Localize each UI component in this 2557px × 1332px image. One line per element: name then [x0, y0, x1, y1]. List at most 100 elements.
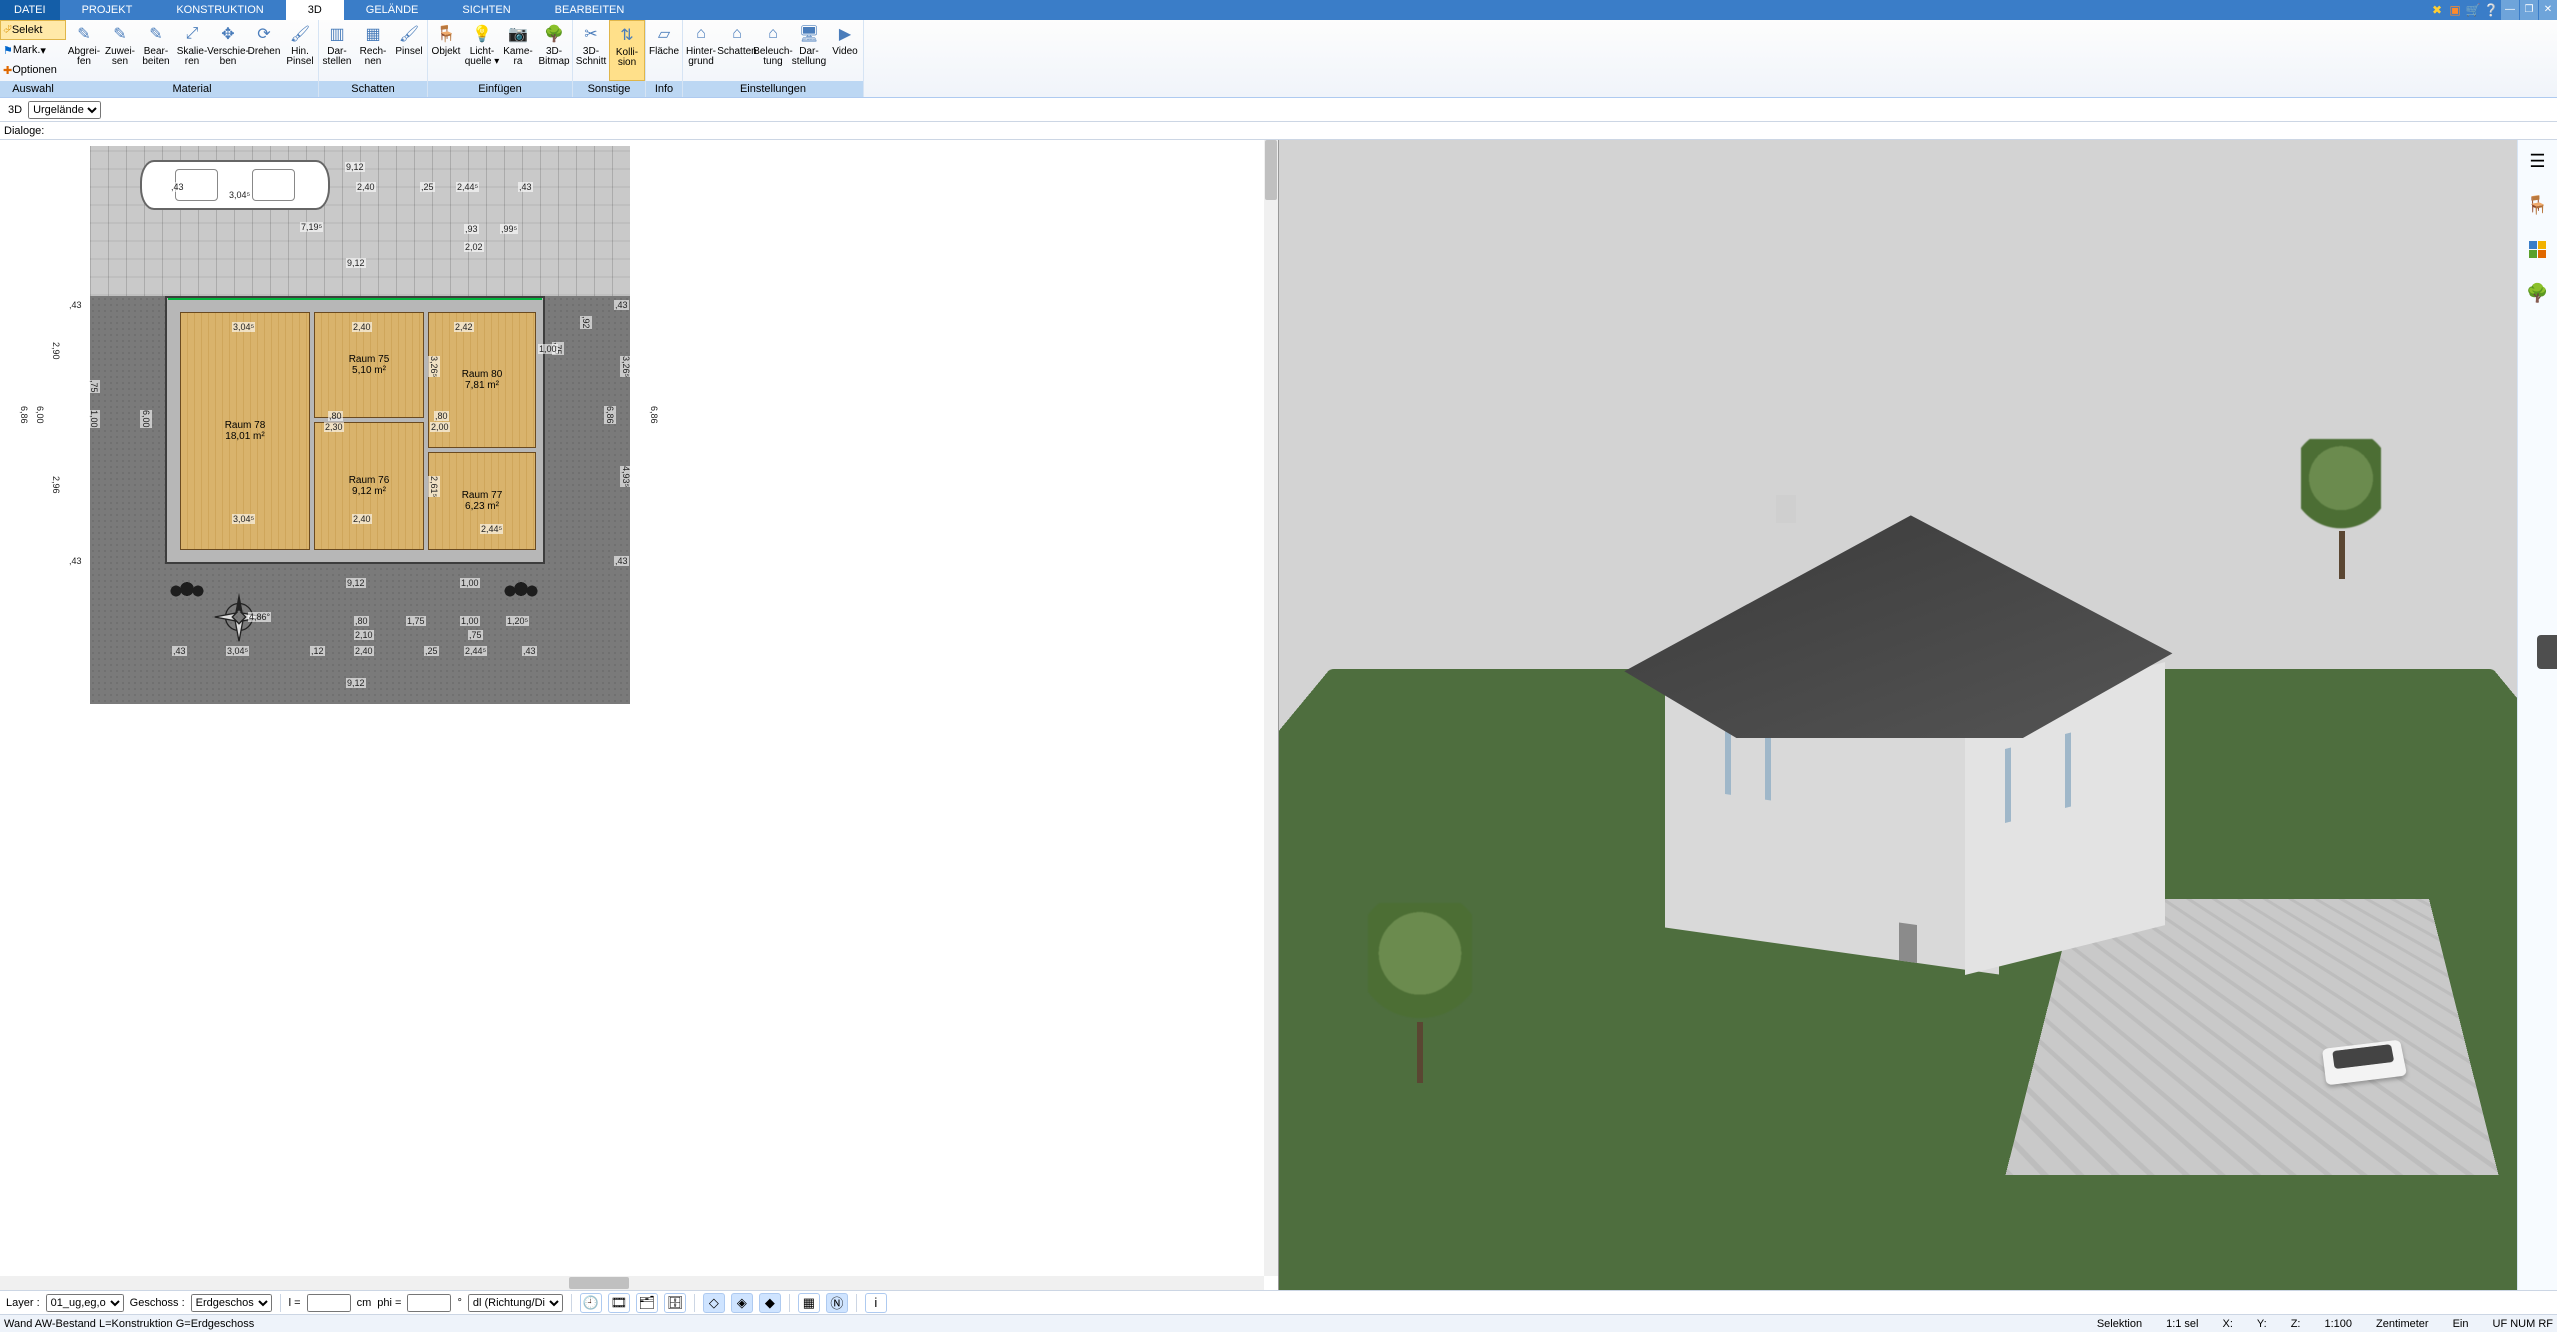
dialoge-label: Dialoge: — [0, 122, 2557, 140]
furniture-icon[interactable]: 🪑 — [2527, 194, 2549, 216]
room-76[interactable]: Raum 76 9,12 m² — [314, 422, 424, 550]
vertical-scrollbar[interactable] — [1264, 140, 1278, 1276]
menu-tab-sichten[interactable]: SICHTEN — [440, 0, 532, 20]
dim-label: 9,12 — [346, 258, 366, 268]
main-menu-bar: DATEI PROJEKT KONSTRUKTION 3D GELÄNDE SI… — [0, 0, 2557, 20]
dim-label: 6,86 — [648, 406, 660, 424]
phi-input[interactable] — [407, 1294, 451, 1312]
3d-perspective-view[interactable] — [1279, 140, 2557, 1290]
pinsel-icon: 🖌 — [397, 22, 421, 46]
ribbon-button-darstellung[interactable]: 🖥Dar- stellung — [791, 20, 827, 81]
ribbon-button-verschieben[interactable]: ✥Verschie- ben — [210, 20, 246, 81]
window-minimize-button[interactable]: — — [2501, 0, 2519, 20]
snap-3-button[interactable]: ◆ — [759, 1293, 781, 1313]
tree-tool-icon[interactable]: 🌳 — [2527, 282, 2549, 304]
ribbon-group-title: Schatten — [319, 81, 427, 97]
dim-label: 1,00 — [538, 344, 558, 354]
dim-label: 3,04⁵ — [226, 646, 249, 656]
ribbon-button-objekt[interactable]: 🪑Objekt — [428, 20, 464, 81]
ribbon-group-title: Einfügen — [428, 81, 572, 97]
menu-tab-3d[interactable]: 3D — [286, 0, 344, 20]
menu-tab-projekt[interactable]: PROJEKT — [60, 0, 155, 20]
layers-button[interactable]: 🗄 — [664, 1293, 686, 1313]
geschoss-select[interactable]: Erdgeschos — [191, 1294, 272, 1312]
dim-label: ,92 — [580, 316, 592, 329]
dim-label: 2,44⁵ — [464, 646, 487, 656]
ribbon-button-lichtquelle[interactable]: 💡Licht- quelle ▾ — [464, 20, 500, 81]
snap-1-button[interactable]: ◇ — [703, 1293, 725, 1313]
ribbon-button-rechnen[interactable]: ▦Rech- nen — [355, 20, 391, 81]
status-y: Y: — [2257, 1318, 2267, 1330]
ribbon-button-video[interactable]: ▶Video — [827, 20, 863, 81]
auswahl-mark-button[interactable]: ⚑ Mark. ▾ — [0, 40, 66, 60]
ribbon-button-beleuchtung[interactable]: ⌂Beleuch- tung — [755, 20, 791, 81]
ribbon-button-hin-pinsel[interactable]: 🖌Hin. Pinsel — [282, 20, 318, 81]
menu-tab-gelaende[interactable]: GELÄNDE — [344, 0, 441, 20]
ribbon-button-hintergrund[interactable]: ⌂Hinter- grund — [683, 20, 719, 81]
ribbon-button-label: Dar- stellung — [792, 46, 826, 67]
ribbon-button-schatten2[interactable]: ⌂Schatten — [719, 20, 755, 81]
info-button[interactable]: i — [865, 1293, 887, 1313]
layers-icon[interactable]: ☰ — [2527, 150, 2549, 172]
room-label: Raum 80 7,81 m² — [462, 369, 503, 391]
auswahl-selekt-button[interactable]: ⮰ Selekt — [0, 20, 66, 40]
toolbar-box-icon[interactable]: ▣ — [2446, 0, 2464, 20]
ribbon-button-bearbeiten[interactable]: ✎Bear- beiten — [138, 20, 174, 81]
ribbon-button-zuweisen[interactable]: ✎Zuwei- sen — [102, 20, 138, 81]
skalieren-icon: ⤢ — [180, 22, 204, 46]
dim-label: ,99⁵ — [500, 224, 518, 234]
unit-cm-label: cm — [357, 1297, 372, 1309]
film-button[interactable]: 🎞 — [608, 1293, 630, 1313]
dim-label: 1,00 — [460, 578, 480, 588]
3d-scene[interactable] — [1279, 140, 2543, 1290]
dim-label: 2,30 — [324, 422, 344, 432]
darstellung-icon: 🖥 — [797, 22, 821, 46]
geschoss-label: Geschoss : — [130, 1297, 185, 1309]
ribbon-button-flaeche[interactable]: ▱Fläche — [646, 20, 682, 81]
dim-label: 1,00 — [460, 616, 480, 626]
3d-schnitt-icon: ✂ — [579, 22, 603, 46]
ribbon-button-abgreifen[interactable]: ✎Abgrei- fen — [66, 20, 102, 81]
ribbon-button-skalieren[interactable]: ⤢Skalie- ren — [174, 20, 210, 81]
menu-tab-datei[interactable]: DATEI — [0, 0, 60, 20]
layer-select[interactable]: 01_ug,eg,o — [46, 1294, 124, 1312]
ribbon-button-drehen[interactable]: ⟳Drehen — [246, 20, 282, 81]
2d-plan-view[interactable]: 3,04⁵ 7,19⁵ 9,12 2,40 ,25 2,44⁵ ,43 ,43 … — [0, 140, 1279, 1290]
ribbon-button-3d-bitmap[interactable]: 🌳3D- Bitmap — [536, 20, 572, 81]
ribbon-button-darstellen[interactable]: ▥Dar- stellen — [319, 20, 355, 81]
menu-tab-konstruktion[interactable]: KONSTRUKTION — [154, 0, 285, 20]
snap-2-button[interactable]: ◈ — [731, 1293, 753, 1313]
toolbar-help-icon[interactable]: ❔ — [2482, 0, 2500, 20]
darstellen-icon: ▥ — [325, 22, 349, 46]
auswahl-optionen-button[interactable]: ✚ Optionen — [0, 60, 66, 80]
clock-button[interactable]: 🕘 — [580, 1293, 602, 1313]
ribbon-button-pinsel[interactable]: 🖌Pinsel — [391, 20, 427, 81]
terrain-dropdown[interactable]: Urgelände — [28, 101, 101, 119]
panel-handle[interactable] — [2537, 635, 2557, 669]
room-77[interactable]: Raum 77 6,23 m² — [428, 452, 536, 550]
window-close-button[interactable]: ✕ — [2539, 0, 2557, 20]
north-button[interactable]: Ⓝ — [826, 1293, 848, 1313]
toolbar-settings-icon[interactable]: ✖ — [2428, 0, 2446, 20]
dim-label: ,75 — [88, 380, 100, 393]
dim-label: 3,04⁵ — [228, 190, 251, 200]
dim-label: 2,44⁵ — [480, 524, 503, 534]
ribbon-button-3d-schnitt[interactable]: ✂3D- Schnitt — [573, 20, 609, 81]
dim-label: 1,75 — [406, 616, 426, 626]
menu-tab-bearbeiten[interactable]: BEARBEITEN — [533, 0, 647, 20]
horizontal-scrollbar[interactable] — [0, 1276, 1264, 1290]
length-input[interactable] — [307, 1294, 351, 1312]
window-restore-button[interactable]: ❐ — [2520, 0, 2538, 20]
dim-label: 2,44⁵ — [456, 182, 479, 192]
dim-label: ,43 — [518, 182, 533, 192]
ribbon-button-kollision[interactable]: ⇅Kolli- sion — [609, 20, 645, 81]
stack-button[interactable]: 🗂 — [636, 1293, 658, 1313]
ribbon-button-kamera[interactable]: 📷Kame- ra — [500, 20, 536, 81]
palette-icon[interactable] — [2527, 238, 2549, 260]
tree-icon — [1355, 903, 1485, 1083]
grid-button[interactable]: ▦ — [798, 1293, 820, 1313]
workspace: 3,04⁵ 7,19⁵ 9,12 2,40 ,25 2,44⁵ ,43 ,43 … — [0, 140, 2557, 1290]
toolbar-cart-icon[interactable]: 🛒 — [2464, 0, 2482, 20]
floorplan-canvas[interactable]: 3,04⁵ 7,19⁵ 9,12 2,40 ,25 2,44⁵ ,43 ,43 … — [40, 146, 680, 706]
dl-select[interactable]: dl (Richtung/Di — [468, 1294, 563, 1312]
